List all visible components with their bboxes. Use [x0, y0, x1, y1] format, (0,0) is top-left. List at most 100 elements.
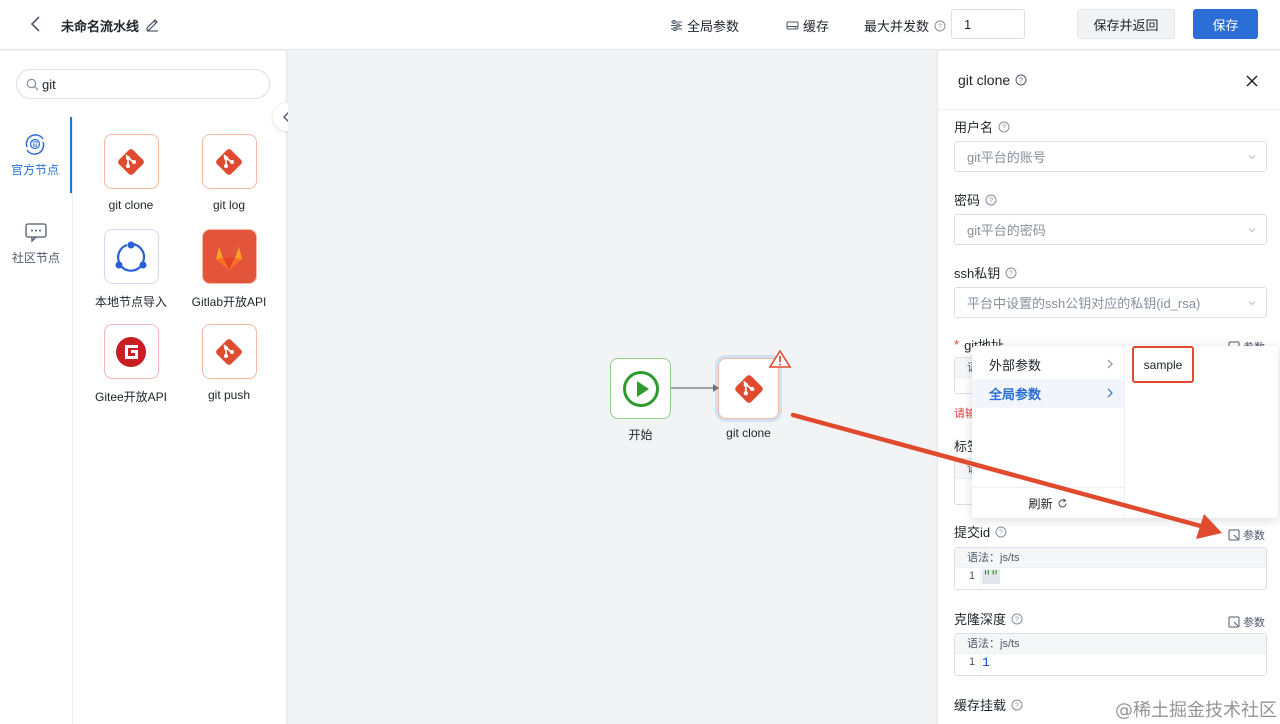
cascader-option-sample[interactable]: sample: [1132, 346, 1194, 383]
gitlab-icon: [216, 246, 242, 270]
ssh-key-placeholder: 平台中设置的ssh公钥对应的私钥(id_rsa): [967, 296, 1201, 311]
node-tile-git-push[interactable]: git push: [179, 324, 279, 410]
help-circle-icon[interactable]: ?: [1015, 74, 1027, 86]
chevron-right-icon: [1107, 388, 1113, 398]
max-concurrency-input[interactable]: [951, 9, 1025, 39]
password-select[interactable]: git平台的密码: [954, 214, 1267, 245]
global-params-button[interactable]: 全局参数: [670, 16, 739, 35]
official-nodes-icon: 官: [25, 133, 45, 155]
help-circle-icon[interactable]: ?: [998, 121, 1010, 133]
community-nodes-icon: [25, 222, 47, 243]
git-icon: [734, 374, 763, 403]
config-panel-header: git clone ?: [938, 51, 1280, 110]
clone-depth-label-group: 克隆深度 ?: [954, 609, 1023, 628]
cascader-item-global-params[interactable]: 全局参数: [972, 379, 1124, 408]
node-tile-gitee-api[interactable]: Gitee开放API: [81, 324, 181, 410]
code-value: "": [982, 569, 1000, 584]
flow-node-box: [610, 358, 671, 419]
username-placeholder: git平台的账号: [967, 150, 1046, 165]
help-circle-icon[interactable]: ?: [1011, 699, 1023, 711]
node-tile-git-clone[interactable]: git clone: [81, 134, 181, 220]
refresh-icon: [1057, 498, 1067, 507]
help-circle-icon[interactable]: ?: [934, 20, 946, 32]
node-tile-label: Gitee开放API: [94, 390, 168, 404]
category-community-nodes[interactable]: 社区节点: [0, 205, 72, 281]
cascader-refresh-button[interactable]: 刷新: [972, 487, 1124, 518]
node-tile-local-import[interactable]: 本地节点导入: [81, 229, 181, 315]
play-icon: [622, 370, 659, 407]
refresh-label: 刷新: [1028, 496, 1053, 511]
gitee-icon: [116, 336, 146, 367]
commit-id-label-group: 提交id ?: [954, 522, 1007, 541]
node-search-box[interactable]: [16, 69, 270, 99]
save-button[interactable]: 保存: [1193, 9, 1258, 39]
clone-depth-code-editor[interactable]: 语法：js/ts 1 1: [954, 633, 1267, 676]
node-tile-label: git log: [212, 198, 246, 212]
back-chevron-icon[interactable]: [26, 14, 46, 34]
param-link-icon: [1228, 616, 1240, 628]
help-circle-icon[interactable]: ?: [1011, 613, 1023, 625]
username-label: 用户名: [954, 120, 994, 135]
clone-depth-label: 克隆深度: [954, 612, 1007, 627]
clone-depth-param-button[interactable]: 参数: [1228, 614, 1265, 630]
node-tile-label: git clone: [108, 198, 154, 212]
save-and-return-button[interactable]: 保存并返回: [1077, 9, 1175, 39]
commit-id-label: 提交id: [954, 525, 991, 540]
config-panel-title-group: git clone ?: [958, 72, 1027, 88]
pipeline-canvas[interactable]: 开始 git clone: [288, 51, 936, 724]
max-concurrency-label-group: 最大并发数 ?: [864, 16, 946, 35]
param-cascader-dropdown: 外部参数 全局参数 刷新: [972, 346, 1278, 518]
help-circle-icon[interactable]: ?: [995, 526, 1007, 538]
category-label: 社区节点: [11, 250, 60, 265]
flow-node-label: 开始: [628, 428, 653, 442]
node-tile-git-log[interactable]: git log: [179, 134, 279, 220]
svg-text:官: 官: [32, 140, 38, 148]
node-library-panel: 官 官方节点 社区节点 git clone git log 本地节点导入 Git…: [0, 51, 287, 724]
ssh-key-select[interactable]: 平台中设置的ssh公钥对应的私钥(id_rsa): [954, 287, 1267, 318]
global-params-label: 全局参数: [687, 19, 740, 34]
help-circle-icon[interactable]: ?: [1005, 267, 1017, 279]
category-column: 官 官方节点 社区节点: [0, 117, 73, 724]
close-icon[interactable]: [1244, 73, 1260, 89]
pipeline-title: 未命名流水线: [61, 19, 140, 34]
ssh-key-label: ssh私钥: [954, 266, 1001, 281]
password-placeholder: git平台的密码: [967, 223, 1046, 238]
cascader-item-label: 外部参数: [989, 358, 1042, 373]
param-label: 参数: [1243, 530, 1265, 542]
password-label-group: 密码 ?: [954, 190, 997, 209]
cache-button[interactable]: 缓存: [786, 16, 829, 35]
config-panel-title: git clone: [958, 72, 1011, 88]
node-tile-gitlab-api[interactable]: Gitlab开放API: [179, 229, 279, 315]
help-circle-icon[interactable]: ?: [985, 194, 997, 206]
commit-id-code-editor[interactable]: 语法：js/ts 1 "": [954, 547, 1267, 590]
username-label-group: 用户名 ?: [954, 117, 1010, 136]
chevron-down-icon: [1248, 228, 1256, 233]
param-link-icon: [1228, 529, 1240, 541]
required-asterisk: *: [954, 337, 960, 352]
hard-drive-icon: [786, 21, 799, 30]
line-number: 1: [969, 656, 976, 668]
flow-node-start[interactable]: 开始: [610, 358, 671, 443]
syntax-hint: 语法：js/ts: [955, 548, 1266, 568]
code-value: 1: [982, 655, 990, 670]
ssh-key-label-group: ssh私钥 ?: [954, 263, 1017, 282]
edit-pencil-icon[interactable]: [144, 16, 160, 32]
line-number: 1: [969, 570, 976, 582]
category-official-nodes[interactable]: 官 官方节点: [0, 117, 72, 193]
node-search-input[interactable]: [42, 76, 252, 92]
node-tile-label: git push: [207, 388, 251, 402]
search-icon: [26, 78, 39, 90]
node-icon-box: [201, 324, 257, 379]
commit-id-param-button[interactable]: 参数: [1228, 527, 1265, 543]
flow-connector-arrow: [671, 384, 719, 392]
node-icon-box: [103, 229, 159, 284]
username-select[interactable]: git平台的账号: [954, 141, 1267, 172]
cascader-first-column: 外部参数 全局参数 刷新: [972, 346, 1125, 518]
sliders-icon: [671, 20, 682, 31]
node-icon-box: [103, 324, 159, 379]
flow-node-git-clone[interactable]: git clone: [718, 358, 779, 440]
node-tile-label: 本地节点导入: [94, 295, 167, 309]
cascader-item-external-params[interactable]: 外部参数: [972, 350, 1124, 379]
node-icon-box: [201, 229, 257, 284]
node-tile-label: Gitlab开放API: [191, 295, 267, 309]
